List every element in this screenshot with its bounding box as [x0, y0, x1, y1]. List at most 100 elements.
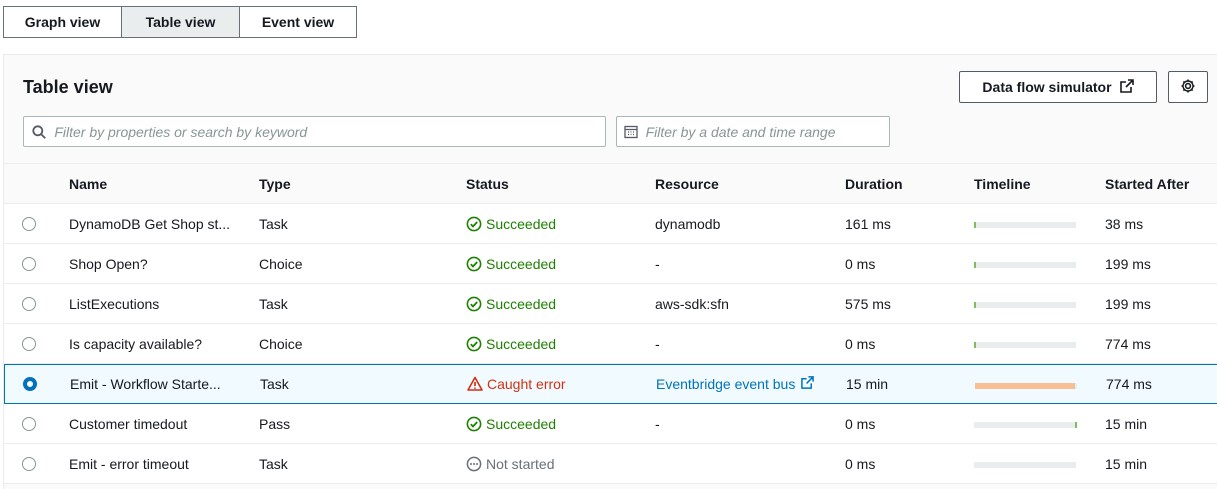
row-resource — [655, 444, 835, 483]
row-status: Succeeded — [466, 404, 636, 443]
row-name: Emit - error timeout — [69, 455, 189, 472]
row-type: Choice — [259, 255, 303, 272]
date-range-input[interactable] — [645, 123, 889, 140]
external-link-icon — [1119, 78, 1134, 96]
table-row[interactable]: Customer timedout Pass Succeeded - 0 ms … — [4, 404, 1217, 444]
table-row[interactable]: Emit - error timeout Task Not started 0 … — [4, 444, 1217, 484]
column-header-resource[interactable]: Resource — [655, 164, 835, 203]
timeline-bar — [974, 262, 976, 268]
timeline-bar — [974, 302, 976, 308]
timeline-track — [974, 422, 1077, 428]
table-row[interactable]: Shop Open? Choice Succeeded - 0 ms 199 m… — [4, 244, 1217, 284]
row-select-radio[interactable] — [22, 404, 42, 443]
warning-icon — [467, 376, 483, 392]
row-duration: 0 ms — [845, 255, 876, 272]
timeline-bar — [974, 342, 976, 348]
row-timeline — [974, 404, 1094, 443]
status-label: Succeeded — [486, 415, 557, 432]
row-resource: aws-sdk:sfn — [655, 284, 835, 323]
row-status: Succeeded — [466, 204, 636, 243]
row-type: Task — [259, 455, 288, 472]
column-header-duration[interactable]: Duration — [845, 164, 965, 203]
resource-text: aws-sdk:sfn — [655, 295, 729, 312]
row-select-radio[interactable] — [22, 244, 42, 283]
check-circle-icon — [466, 416, 482, 432]
data-flow-simulator-button[interactable]: Data flow simulator — [959, 71, 1157, 103]
row-status: Succeeded — [466, 244, 636, 283]
table-body: DynamoDB Get Shop st... Task Succeeded d… — [4, 204, 1217, 484]
status-label: Caught error — [487, 376, 566, 392]
timeline-track — [974, 462, 1076, 468]
status-label: Succeeded — [486, 335, 557, 352]
row-status: Succeeded — [466, 324, 636, 363]
calendar-icon — [617, 125, 646, 139]
resource-text: - — [655, 255, 660, 272]
date-range-field — [616, 116, 890, 147]
panel-title: Table view — [23, 77, 113, 97]
resource-text: - — [655, 415, 660, 432]
row-timeline — [974, 204, 1094, 243]
column-header-name[interactable]: Name — [69, 164, 239, 203]
row-name: Is capacity available? — [69, 335, 203, 352]
row-select-radio[interactable] — [22, 204, 42, 243]
row-select-radio[interactable] — [22, 324, 42, 363]
view-tabs: Graph view Table view Event view — [3, 6, 357, 38]
pending-icon — [466, 456, 482, 472]
row-select-radio[interactable] — [23, 365, 43, 403]
tab-graph-view[interactable]: Graph view — [3, 6, 122, 38]
executions-table: Name Type Status Resource Duration Timel… — [4, 163, 1217, 484]
status-label: Succeeded — [486, 295, 557, 312]
timeline-track — [974, 302, 1076, 308]
timeline-bar — [975, 383, 1075, 389]
row-type: Task — [259, 295, 288, 312]
row-timeline — [974, 284, 1094, 323]
row-duration: 0 ms — [845, 455, 876, 472]
tab-event-view[interactable]: Event view — [239, 6, 357, 38]
column-header-started-after[interactable]: Started After — [1105, 164, 1215, 203]
row-timeline — [974, 244, 1094, 283]
row-timeline — [974, 444, 1094, 483]
check-circle-icon — [466, 296, 482, 312]
tab-table-view[interactable]: Table view — [121, 6, 240, 38]
timeline-track — [974, 342, 1076, 348]
check-circle-icon — [466, 336, 482, 352]
row-started-after: 199 ms — [1105, 255, 1151, 272]
status-label: Not started — [486, 455, 555, 472]
search-icon — [24, 124, 54, 139]
row-type: Choice — [259, 335, 303, 352]
row-type: Task — [259, 215, 288, 232]
row-resource: - — [655, 244, 835, 283]
timeline-track — [974, 262, 1076, 268]
column-header-status[interactable]: Status — [466, 164, 636, 203]
row-status: Caught error — [467, 365, 637, 403]
table-row[interactable]: Emit - Workflow Starte... Task Caught er… — [4, 364, 1217, 404]
timeline-track — [974, 222, 1076, 228]
table-row[interactable]: ListExecutions Task Succeeded aws-sdk:sf… — [4, 284, 1217, 324]
table-row[interactable]: DynamoDB Get Shop st... Task Succeeded d… — [4, 204, 1217, 244]
row-name: ListExecutions — [69, 295, 160, 312]
row-select-radio[interactable] — [22, 444, 42, 483]
preferences-button[interactable] — [1168, 71, 1208, 103]
row-resource: - — [655, 324, 835, 363]
gear-icon — [1180, 78, 1196, 97]
table-view-panel: Table view Data flow simulator Name Type… — [3, 54, 1217, 489]
table-header: Name Type Status Resource Duration Timel… — [4, 164, 1217, 204]
row-name: Shop Open? — [69, 255, 148, 272]
row-duration: 0 ms — [845, 335, 876, 352]
resource-link[interactable]: Eventbridge event bus — [656, 376, 815, 392]
row-select-radio[interactable] — [22, 284, 42, 323]
timeline-bar — [974, 222, 976, 228]
column-header-type[interactable]: Type — [259, 164, 439, 203]
timeline-track — [975, 383, 1077, 389]
table-row[interactable]: Is capacity available? Choice Succeeded … — [4, 324, 1217, 364]
check-circle-icon — [466, 256, 482, 272]
row-started-after: 38 ms — [1105, 215, 1144, 232]
row-name: Emit - Workflow Starte... — [70, 376, 221, 392]
row-name: Customer timedout — [69, 415, 188, 432]
row-timeline — [974, 324, 1094, 363]
column-header-timeline[interactable]: Timeline — [974, 164, 1094, 203]
search-input[interactable] — [54, 123, 605, 140]
external-link-icon — [801, 376, 815, 392]
row-started-after: 774 ms — [1106, 376, 1152, 392]
row-status: Not started — [466, 444, 636, 483]
